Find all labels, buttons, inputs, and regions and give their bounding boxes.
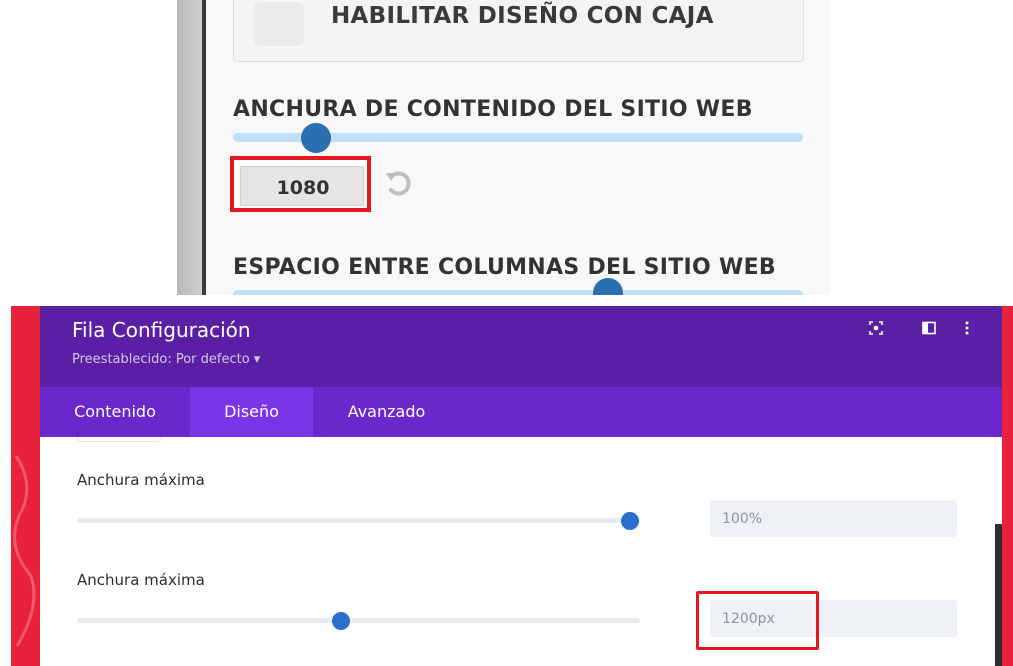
sub-tab-stub (77, 437, 162, 442)
column-gap-label: ESPACIO ENTRE COLUMNAS DEL SITIO WEB (233, 255, 776, 280)
scrollbar[interactable] (995, 524, 1002, 666)
max-width-slider-thumb-2[interactable] (332, 612, 350, 630)
max-width-input[interactable] (710, 500, 957, 537)
max-width-label-2: Anchura máxima (77, 571, 205, 589)
content-width-slider-thumb[interactable] (301, 123, 331, 153)
focus-icon[interactable] (866, 320, 886, 340)
column-gap-slider-thumb[interactable] (593, 278, 623, 295)
content-width-value: 1080 (276, 177, 330, 199)
boxed-layout-option[interactable]: HABILITAR DISEÑO CON CAJA (233, 0, 804, 62)
customizer-panel: HABILITAR DISEÑO CON CAJA ANCHURA DE CON… (177, 0, 830, 295)
tab-contenido[interactable]: Contenido (40, 387, 190, 437)
modal-header: Fila Configuración Preestablecido: Por d… (40, 306, 1002, 387)
content-width-input[interactable]: 1080 (240, 166, 364, 206)
max-width-slider-2[interactable] (77, 618, 640, 623)
tab-avanzado[interactable]: Avanzado (313, 387, 460, 437)
panel-edge (177, 0, 202, 295)
max-width-slider-thumb[interactable] (621, 512, 639, 530)
more-options-icon[interactable] (957, 320, 977, 340)
column-gap-slider[interactable] (233, 290, 803, 295)
tab-diseno[interactable]: Diseño (190, 387, 313, 437)
max-width-value-highlight (696, 591, 819, 650)
customizer-content: HABILITAR DISEÑO CON CAJA ANCHURA DE CON… (206, 0, 830, 295)
boxed-layout-checkbox[interactable] (254, 2, 304, 46)
reset-icon[interactable] (383, 168, 413, 198)
tab-bar: Contenido Diseño Avanzado (40, 387, 1002, 437)
boxed-layout-label: HABILITAR DISEÑO CON CAJA (331, 3, 714, 29)
content-width-value-highlight: 1080 (230, 156, 371, 212)
max-width-slider[interactable] (77, 518, 640, 523)
background-decoration (13, 455, 36, 647)
max-width-label: Anchura máxima (77, 471, 205, 489)
modal-title: Fila Configuración (72, 318, 251, 342)
content-width-label: ANCHURA DE CONTENIDO DEL SITIO WEB (233, 97, 753, 122)
split-view-icon[interactable] (919, 320, 939, 340)
preset-selector[interactable]: Preestablecido: Por defecto ▾ (72, 352, 260, 367)
